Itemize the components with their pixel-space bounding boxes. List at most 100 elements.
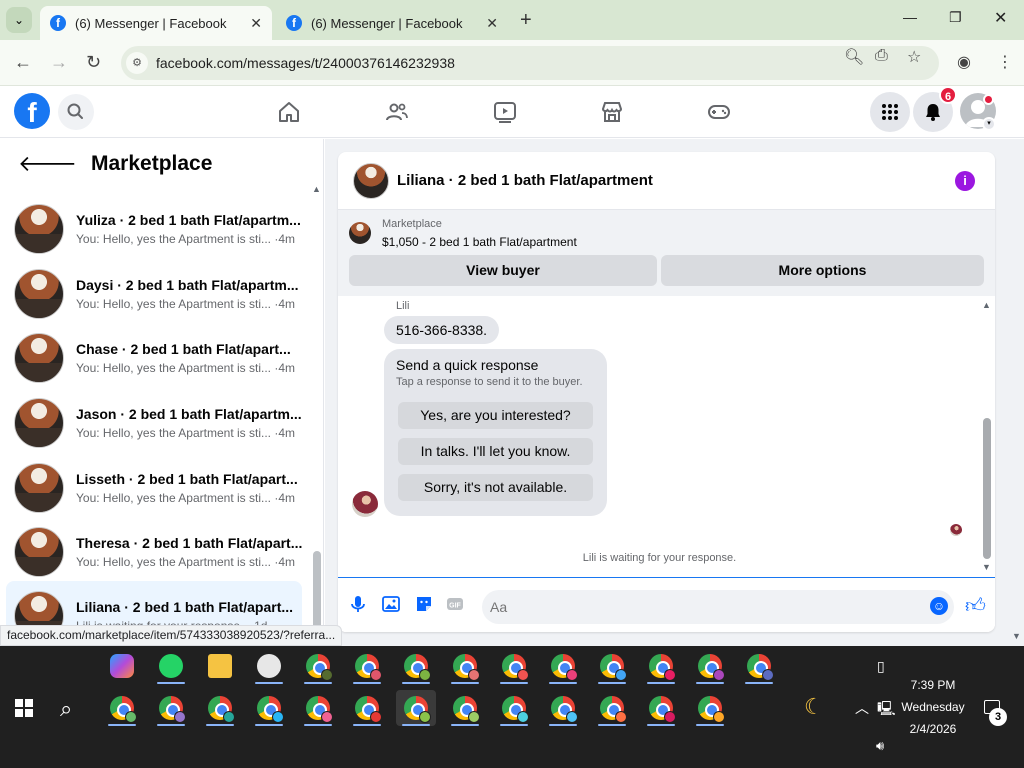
home-icon[interactable]	[277, 100, 301, 124]
snipping-tool-icon[interactable]	[249, 648, 289, 684]
bookmark-star-icon[interactable]: ☆	[907, 47, 921, 67]
chrome-profile-icon[interactable]	[396, 648, 436, 684]
windows-start-icon[interactable]	[15, 699, 33, 717]
night-light-moon-icon[interactable]: ☾	[804, 694, 824, 720]
friends-icon[interactable]	[385, 100, 409, 124]
chrome-profile-icon[interactable]	[494, 690, 534, 726]
browser-tab-2[interactable]: f (6) Messenger | Facebook ✕	[276, 6, 508, 40]
chrome-profile-icon[interactable]	[347, 648, 387, 684]
messages-scrollbar-thumb[interactable]	[983, 418, 991, 559]
chrome-profile-icon[interactable]	[592, 648, 632, 684]
listing-thumbnail[interactable]	[349, 222, 371, 244]
conversation-item[interactable]: Chase · 2 bed 1 bath Flat/apart... You: H…	[6, 327, 302, 389]
chat-title[interactable]: Liliana · 2 bed 1 bath Flat/apartment	[397, 172, 653, 189]
browser-menu-icon[interactable]: ⋮	[997, 52, 1013, 72]
quick-response-not-available-button[interactable]: Sorry, it's not available.	[398, 474, 593, 501]
close-window-icon[interactable]: ✕	[994, 8, 1007, 28]
chrome-profile-icon-active[interactable]	[396, 690, 436, 726]
conversation-item[interactable]: Theresa · 2 bed 1 bath Flat/apart... You:…	[6, 521, 302, 583]
message-composer: GIF ☺ 👍︎	[338, 577, 995, 632]
video-icon[interactable]	[493, 100, 517, 124]
chrome-profile-icon[interactable]	[739, 648, 779, 684]
message-input[interactable]	[482, 590, 954, 624]
volume-icon[interactable]: 🔊︎	[876, 738, 884, 754]
conversation-item[interactable]: Lisseth · 2 bed 1 bath Flat/apart... You:…	[6, 457, 302, 519]
microphone-icon[interactable]	[348, 594, 368, 614]
minimize-icon[interactable]: —	[903, 9, 917, 25]
chrome-profile-icon[interactable]	[543, 648, 583, 684]
clock-date[interactable]: 2/4/2026	[895, 722, 971, 736]
tray-overflow-chevron-icon[interactable]: ︿	[855, 698, 869, 718]
marketplace-icon[interactable]	[600, 100, 624, 124]
conversation-item[interactable]: Daysi · 2 bed 1 bath Flat/apartm... You: …	[6, 263, 302, 325]
quick-response-subtitle: Tap a response to send it to the buyer.	[396, 376, 583, 388]
chrome-profile-icon[interactable]	[494, 648, 534, 684]
listing-title[interactable]: $1,050 - 2 bed 1 bath Flat/apartment	[382, 235, 577, 249]
clock-time[interactable]: 7:39 PM	[895, 678, 971, 692]
taskbar-search-icon[interactable]: ⌕	[60, 696, 72, 722]
chat-avatar[interactable]	[353, 162, 389, 199]
notifications-button[interactable]: 6	[913, 86, 957, 132]
chrome-profile-icon[interactable]	[690, 648, 730, 684]
quick-response-in-talks-button[interactable]: In talks. I'll let you know.	[398, 438, 593, 465]
facebook-search-button[interactable]	[58, 94, 94, 130]
chrome-profile-icon[interactable]	[249, 690, 289, 726]
view-buyer-button[interactable]: View buyer	[349, 255, 657, 286]
sidebar-scroll-up-icon[interactable]: ▲	[312, 184, 321, 194]
messages-scroll-down-icon[interactable]: ▼	[982, 562, 991, 572]
quick-response-yes-button[interactable]: Yes, are you interested?	[398, 402, 593, 429]
info-icon[interactable]: i	[955, 171, 975, 191]
restore-icon[interactable]: ❐	[949, 9, 962, 26]
chrome-profile-icon[interactable]	[543, 690, 583, 726]
browser-tab-1[interactable]: f (6) Messenger | Facebook ✕	[40, 6, 272, 40]
chrome-profile-icon[interactable]	[690, 690, 730, 726]
tab-search-chevron-icon[interactable]: ⌄	[6, 7, 32, 33]
sticker-icon[interactable]	[414, 594, 434, 614]
thumbs-up-icon[interactable]: 👍︎	[965, 594, 986, 618]
reload-icon[interactable]: ↻	[86, 52, 101, 73]
emoji-icon[interactable]: ☺	[930, 597, 948, 615]
site-info-icon[interactable]: ⚙	[126, 52, 148, 74]
chrome-profile-icon[interactable]	[200, 690, 240, 726]
phone-link-icon[interactable]: ▯	[877, 658, 885, 675]
url-text[interactable]: facebook.com/messages/t/2400037614623293…	[156, 55, 455, 71]
conversation-item[interactable]: Yuliza · 2 bed 1 bath Flat/apartm... You:…	[6, 198, 302, 260]
zoom-icon[interactable]: 🔍︎	[844, 47, 864, 67]
chrome-profile-icon[interactable]	[347, 690, 387, 726]
chrome-profile-icon[interactable]	[298, 690, 338, 726]
chrome-profile-icon[interactable]	[641, 648, 681, 684]
page-scroll-down-icon[interactable]: ▼	[1012, 631, 1021, 641]
install-app-icon[interactable]: ⎙	[875, 47, 888, 65]
menu-grid-button[interactable]	[870, 92, 910, 132]
chrome-profile-icon[interactable]	[641, 690, 681, 726]
clock-day[interactable]: Wednesday	[895, 700, 971, 714]
new-tab-plus-icon[interactable]: +	[520, 9, 532, 32]
network-icon[interactable]: 🖳︎	[877, 698, 896, 722]
chrome-profile-icon[interactable]	[445, 690, 485, 726]
profile-icon[interactable]: ◉	[957, 52, 971, 72]
close-tab-icon[interactable]: ✕	[486, 15, 498, 32]
back-icon[interactable]: ←	[14, 52, 32, 73]
chrome-profile-icon[interactable]	[592, 690, 632, 726]
chrome-profile-icon[interactable]	[102, 690, 142, 726]
conversation-item[interactable]: Jason · 2 bed 1 bath Flat/apartm... You: …	[6, 392, 302, 454]
gaming-icon[interactable]	[707, 100, 731, 124]
whatsapp-icon[interactable]	[151, 648, 191, 684]
facebook-logo-icon[interactable]: f	[14, 93, 50, 129]
chrome-profile-icon[interactable]	[445, 648, 485, 684]
chrome-profile-icon[interactable]	[298, 648, 338, 684]
gif-icon[interactable]: GIF	[445, 594, 465, 614]
message-bubble[interactable]: 516-366-8338.	[384, 316, 500, 344]
more-options-button[interactable]: More options	[661, 255, 984, 286]
back-arrow-icon[interactable]: 🡐	[18, 151, 77, 177]
close-tab-icon[interactable]: ✕	[250, 15, 262, 32]
file-explorer-icon[interactable]	[200, 648, 240, 684]
chrome-profile-icon[interactable]	[151, 690, 191, 726]
address-bar[interactable]: ⚙ facebook.com/messages/t/24000376146232…	[121, 46, 939, 80]
account-chevron-icon[interactable]: ▾	[982, 117, 996, 131]
facebook-header: f 6 ▾	[0, 86, 1024, 138]
copilot-icon[interactable]	[102, 648, 142, 684]
photo-icon[interactable]	[381, 594, 401, 614]
messages-scroll-up-icon[interactable]: ▲	[982, 300, 991, 310]
forward-icon[interactable]: →	[50, 52, 68, 73]
